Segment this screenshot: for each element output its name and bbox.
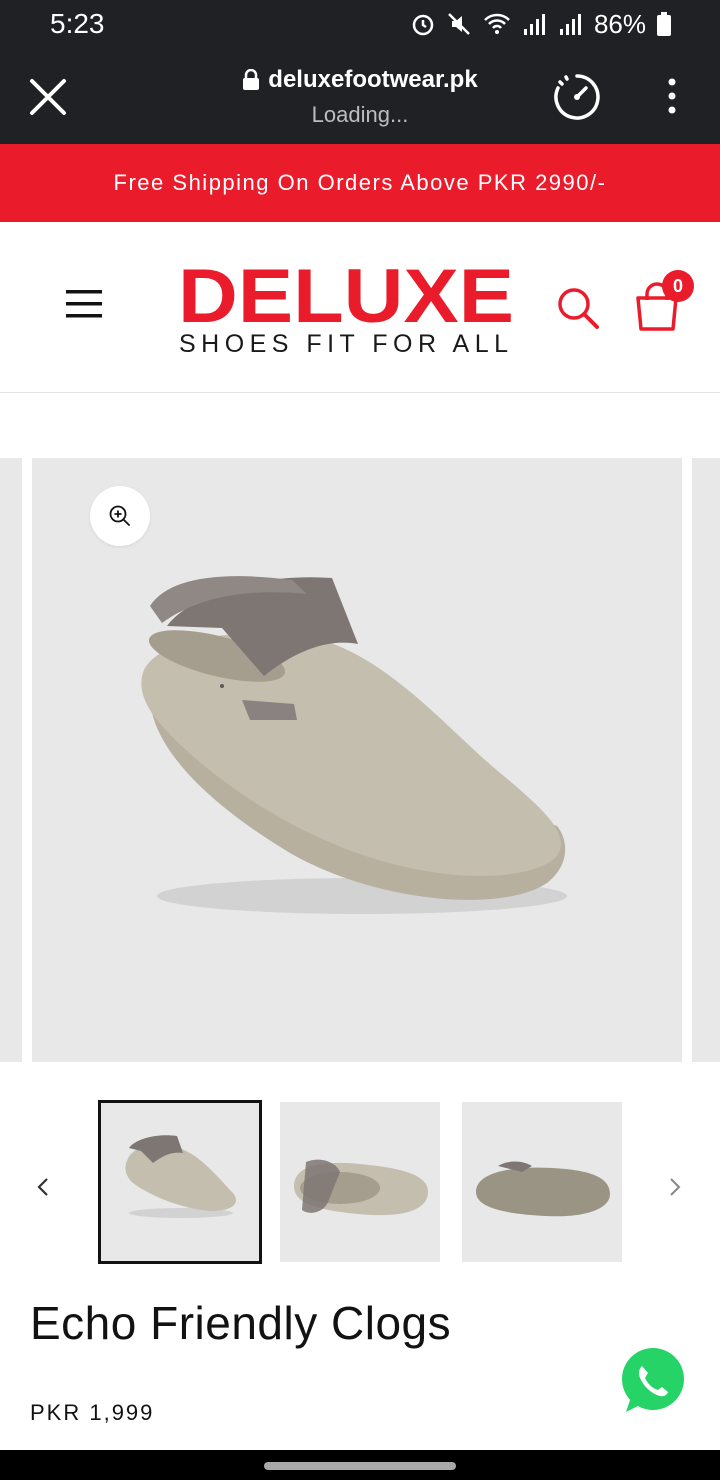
- thumbnail-2-image: [294, 1159, 428, 1216]
- logo[interactable]: DELUXE SHOES FIT FOR ALL: [176, 258, 516, 358]
- thumbnail-1-image: [125, 1135, 237, 1218]
- thumbnail-1[interactable]: [98, 1100, 262, 1264]
- system-nav-bar: [0, 1450, 720, 1480]
- url-text: deluxefootwear.pk: [268, 66, 478, 93]
- announcement-bar[interactable]: Free Shipping On Orders Above PKR 2990/-: [0, 144, 720, 222]
- loading-text: Loading...: [311, 102, 409, 127]
- zoom-in-icon: [109, 505, 130, 526]
- speed-icon[interactable]: [552, 72, 602, 122]
- svg-text:DELUXE: DELUXE: [178, 258, 514, 339]
- search-icon[interactable]: [556, 286, 600, 330]
- status-time: 5:23: [50, 8, 105, 39]
- zoom-button[interactable]: [90, 486, 150, 546]
- thumbnail-3[interactable]: [462, 1102, 622, 1262]
- cart-count-badge: 0: [662, 270, 694, 302]
- previous-slide[interactable]: [0, 458, 22, 1062]
- home-gesture-pill[interactable]: [264, 1462, 456, 1470]
- status-bar: 5:23 86%: [0, 0, 720, 48]
- browser-toolbar: deluxefootwear.pk Loading...: [0, 48, 720, 144]
- whatsapp-icon[interactable]: [612, 1340, 694, 1422]
- product-title: Echo Friendly Clogs: [30, 1297, 452, 1349]
- alarm-icon: [412, 14, 434, 36]
- next-slide[interactable]: [692, 458, 720, 1062]
- svg-text:SHOES FIT FOR ALL: SHOES FIT FOR ALL: [179, 330, 513, 358]
- thumbnail-strip: [0, 1100, 720, 1266]
- thumbnail-2[interactable]: [280, 1102, 440, 1262]
- lock-icon: [243, 69, 260, 90]
- main-product-image[interactable]: [32, 458, 682, 1062]
- product-price: PKR 1,999: [30, 1400, 155, 1425]
- thumbnail-3-image: [476, 1161, 610, 1217]
- more-vert-icon[interactable]: [664, 76, 680, 116]
- menu-icon[interactable]: [64, 288, 104, 320]
- battery-level: 86%: [593, 8, 646, 39]
- product-gallery: [0, 458, 720, 1062]
- chevron-right-icon[interactable]: [664, 1172, 686, 1202]
- url-display[interactable]: deluxefootwear.pk Loading...: [0, 66, 720, 128]
- site-header: DELUXE SHOES FIT FOR ALL 0: [0, 222, 720, 393]
- status-icons: 86%: [410, 9, 672, 40]
- clog-image: [141, 576, 567, 914]
- signal-icon: [523, 14, 545, 35]
- signal-icon-2: [559, 14, 581, 35]
- mute-icon: [448, 13, 470, 35]
- chevron-left-icon[interactable]: [32, 1172, 54, 1202]
- battery-icon: [657, 12, 671, 36]
- wifi-icon: [484, 13, 510, 34]
